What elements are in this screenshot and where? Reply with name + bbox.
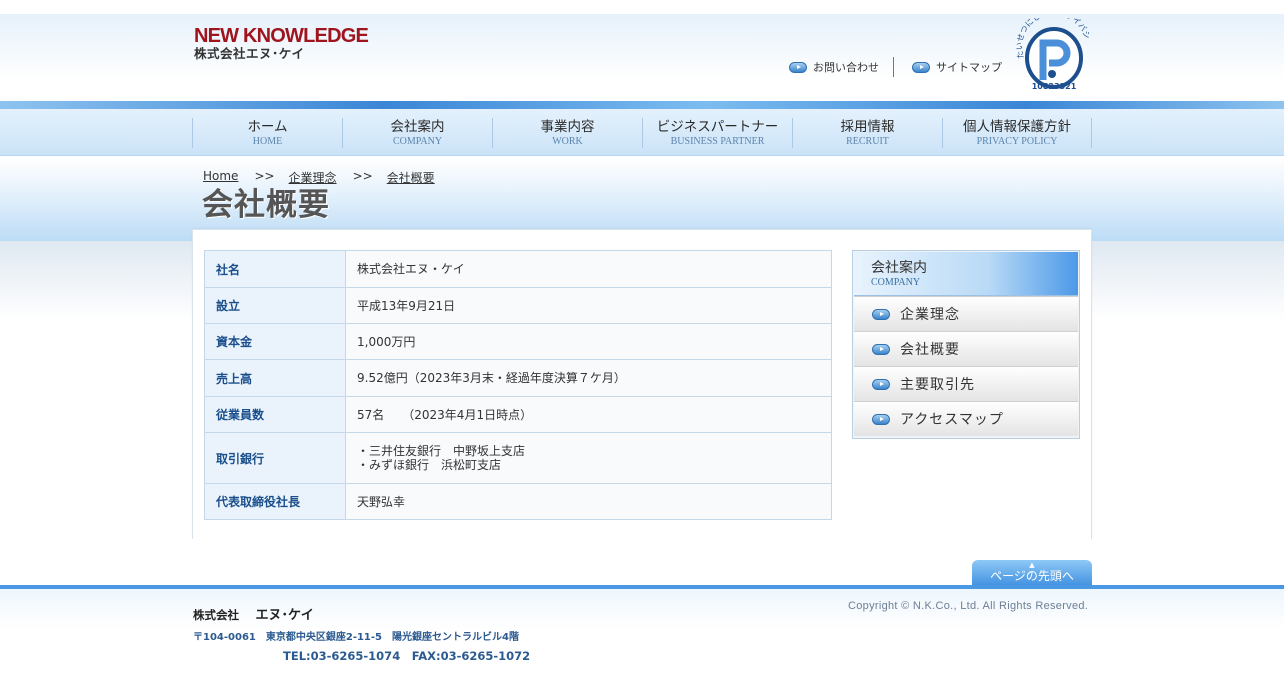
page-top-label: ページの先頭へ [990, 569, 1074, 583]
arrow-bullet-icon [872, 413, 890, 425]
nav-item-home[interactable]: ホーム HOME [192, 118, 342, 148]
row-value: ・三井住友銀行 中野坂上支店 ・みずほ銀行 浜松町支店 [345, 432, 832, 484]
site-logo[interactable]: NEW KNOWLEDGE 株式会社エヌ･ケイ [194, 25, 369, 62]
table-row: 設立 平成13年9月21日 [204, 287, 832, 324]
header-link-divider [893, 57, 894, 77]
nav-sublabel: COMPANY [392, 136, 443, 147]
bank-line: ・三井住友銀行 中野坂上支店 [357, 444, 526, 458]
arrow-bullet-icon [872, 308, 890, 320]
logo-english: NEW KNOWLEDGE [194, 25, 369, 47]
nav-sublabel: WORK [552, 136, 583, 147]
nav-item-business-partner[interactable]: ビジネスパートナー BUSINESS PARTNER [642, 118, 792, 148]
nav-label: 事業内容 [540, 119, 595, 135]
nav-sublabel: RECRUIT [846, 136, 889, 147]
side-item-label: アクセスマップ [900, 412, 1004, 428]
row-label: 売上高 [204, 359, 346, 397]
nav-label: ビジネスパートナー [656, 119, 779, 135]
up-arrow-icon: ▲ [1029, 561, 1035, 569]
side-item-label: 会社概要 [900, 342, 960, 358]
nav-item-company[interactable]: 会社案内 COMPANY [342, 118, 492, 148]
row-label: 社名 [204, 250, 346, 288]
company-info-table: 社名 株式会社エヌ・ケイ 設立 平成13年9月21日 資本金 1,000万円 売… [204, 250, 832, 520]
row-value: 57名 （2023年4月1日時点） [345, 396, 832, 433]
arrow-bullet-icon [789, 61, 807, 73]
breadcrumb-philosophy[interactable]: 企業理念 [289, 169, 337, 186]
breadcrumb: Home >> 企業理念 >> 会社概要 [203, 169, 435, 186]
table-row: 取引銀行 ・三井住友銀行 中野坂上支店 ・みずほ銀行 浜松町支店 [204, 432, 832, 484]
table-row: 資本金 1,000万円 [204, 323, 832, 360]
nav-label: ホーム [247, 119, 288, 135]
side-item-label: 主要取引先 [900, 377, 975, 393]
row-value: 1,000万円 [345, 323, 832, 360]
footer-copyright: Copyright © N.K.Co., Ltd. All Rights Res… [848, 600, 1089, 612]
row-label: 取引銀行 [204, 432, 346, 484]
global-nav: ホーム HOME 会社案内 COMPANY 事業内容 WORK ビジネスパートナ… [0, 109, 1284, 156]
footer-address: 〒104-0061 東京都中央区銀座2-11-5 陽光銀座セントラルビル4階 [193, 632, 519, 643]
table-row: 代表取締役社長 天野弘幸 [204, 483, 832, 520]
nav-label: 会社案内 [390, 119, 445, 135]
row-label: 設立 [204, 287, 346, 324]
privacy-mark-icon[interactable]: たいせつにしますプライバシー 10823321 [1016, 18, 1094, 92]
header-links: お問い合わせ サイトマップ [789, 57, 1002, 77]
side-menu-title: 会社案内 [871, 260, 927, 276]
row-label: 資本金 [204, 323, 346, 360]
sitemap-link-label: サイトマップ [936, 61, 1002, 74]
table-row: 従業員数 57名 （2023年4月1日時点） [204, 396, 832, 433]
logo-japanese: 株式会社エヌ･ケイ [194, 46, 305, 61]
nav-top-strip [0, 101, 1284, 109]
arrow-bullet-icon [912, 61, 930, 73]
breadcrumb-separator: >> [254, 169, 275, 183]
contact-link-label: お問い合わせ [813, 61, 879, 74]
side-menu: 会社案内 COMPANY 企業理念 会社概要 主要取引先 アクセスマップ [852, 250, 1080, 439]
breadcrumb-current[interactable]: 会社概要 [387, 169, 435, 186]
side-item-clients[interactable]: 主要取引先 [854, 366, 1078, 401]
side-item-access-map[interactable]: アクセスマップ [854, 401, 1078, 436]
privacy-mark-number: 10823321 [1032, 82, 1077, 91]
breadcrumb-home[interactable]: Home [203, 169, 238, 186]
side-item-label: 企業理念 [900, 307, 960, 323]
nav-sublabel: BUSINESS PARTNER [670, 136, 765, 147]
nav-item-work[interactable]: 事業内容 WORK [492, 118, 642, 148]
sitemap-link[interactable]: サイトマップ [912, 59, 1002, 75]
bank-line: ・みずほ銀行 浜松町支店 [357, 458, 502, 472]
footer-tel-fax: TEL:03-6265-1074 FAX:03-6265-1072 [283, 649, 531, 663]
arrow-bullet-icon [872, 378, 890, 390]
side-menu-subtitle: COMPANY [871, 277, 921, 288]
nav-sublabel: PRIVACY POLICY [976, 136, 1058, 147]
row-label: 代表取締役社長 [204, 483, 346, 520]
row-value: 9.52億円（2023年3月末・経過年度決算７ケ月） [345, 359, 832, 397]
footer-company-name: 株式会社 エヌ･ケイ [193, 604, 314, 623]
contact-link[interactable]: お問い合わせ [789, 59, 879, 75]
table-row: 社名 株式会社エヌ・ケイ [204, 250, 832, 288]
nav-item-recruit[interactable]: 採用情報 RECRUIT [792, 118, 942, 148]
footer-company-prefix: 株式会社 [193, 608, 239, 622]
footer-company-label: エヌ･ケイ [255, 608, 314, 623]
side-menu-header: 会社案内 COMPANY [854, 252, 1078, 296]
side-item-overview[interactable]: 会社概要 [854, 331, 1078, 366]
page-title: 会社概要 [202, 187, 330, 223]
page-top-button[interactable]: ▲ ページの先頭へ [972, 560, 1092, 587]
nav-item-privacy-policy[interactable]: 個人情報保護方針 PRIVACY POLICY [942, 118, 1092, 148]
row-value: 株式会社エヌ・ケイ [345, 250, 832, 288]
row-label: 従業員数 [204, 396, 346, 433]
table-row: 売上高 9.52億円（2023年3月末・経過年度決算７ケ月） [204, 359, 832, 397]
breadcrumb-separator: >> [352, 169, 373, 183]
side-item-philosophy[interactable]: 企業理念 [854, 296, 1078, 331]
nav-sublabel: HOME [252, 136, 283, 147]
row-value: 平成13年9月21日 [345, 287, 832, 324]
arrow-bullet-icon [872, 343, 890, 355]
row-value: 天野弘幸 [345, 483, 832, 520]
nav-label: 採用情報 [840, 119, 895, 135]
nav-label: 個人情報保護方針 [963, 119, 1071, 135]
